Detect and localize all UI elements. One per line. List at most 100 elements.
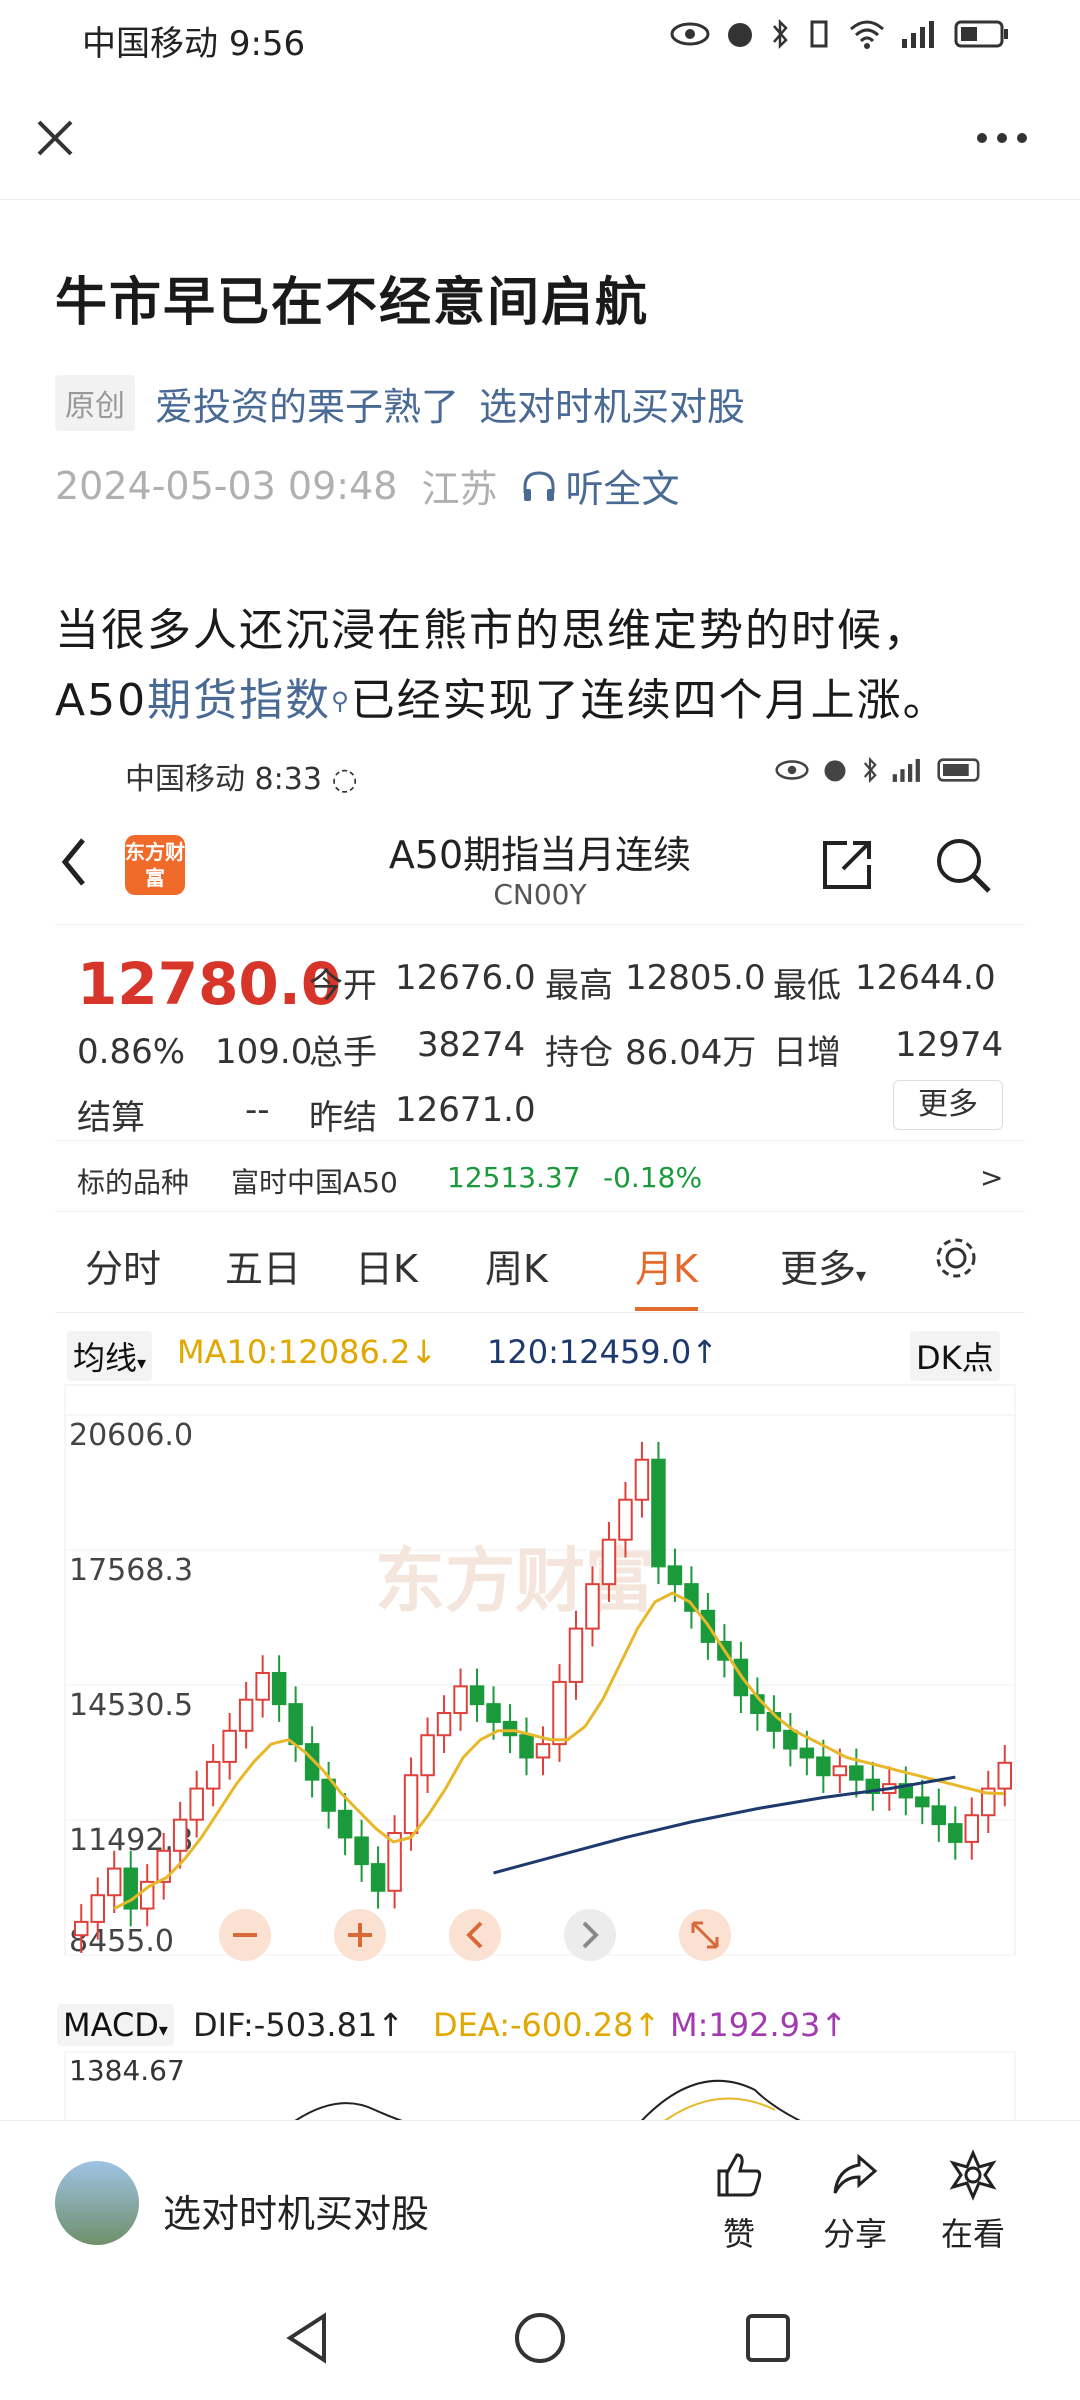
candle bbox=[552, 1680, 567, 1746]
prev-settle-value: 12671.0 bbox=[395, 1090, 536, 1130]
candle bbox=[849, 1765, 864, 1781]
status-icons bbox=[670, 18, 1010, 50]
zoom-out-button[interactable] bbox=[219, 1909, 271, 1961]
ma120-value: 120:12459.0↑ bbox=[487, 1333, 718, 1371]
tab-five-day[interactable]: 五日 bbox=[225, 1238, 301, 1293]
embedded-status: 中国移动 8:33 ◌ bbox=[125, 762, 358, 797]
candle bbox=[90, 1894, 105, 1923]
status-bar: 中国移动 9:56 bbox=[0, 0, 1080, 72]
candle bbox=[568, 1627, 584, 1683]
candle bbox=[453, 1685, 468, 1715]
open-interest-value: 86.04万 bbox=[625, 1033, 757, 1073]
futures-index-link[interactable]: 期货指数 bbox=[147, 675, 331, 726]
volume-value: 38274 bbox=[417, 1025, 526, 1065]
tab-weekly-k[interactable]: 周K bbox=[485, 1238, 548, 1293]
settle-value: -- bbox=[245, 1090, 270, 1130]
watch-button[interactable]: 在看 bbox=[918, 2149, 1028, 2255]
macd-selector[interactable]: MACD▾ bbox=[57, 2004, 174, 2046]
scroll-left-button[interactable] bbox=[449, 1909, 501, 1961]
settle-label: 结算 bbox=[77, 1098, 145, 1138]
article-meta: 原创 爱投资的栗子熟了 选对时机买对股 bbox=[55, 375, 745, 431]
tab-more[interactable]: 更多▾ bbox=[780, 1238, 866, 1293]
share-out-icon[interactable] bbox=[817, 835, 877, 895]
ma-legend: 均线▾ MA10:12086.2↓ 120:12459.0↑ DK点 bbox=[55, 1325, 1025, 1381]
low-value: 12644.0 bbox=[855, 958, 996, 998]
candle bbox=[997, 1761, 1013, 1790]
dif-line-2 bbox=[641, 2079, 801, 2120]
body-line-2: A50期货指数⚲已经实现了连续四个月上涨。 bbox=[55, 675, 949, 726]
article-body: 当很多人还沉浸在熊市的思维定势的时候， A50期货指数⚲已经实现了连续四个月上涨… bbox=[55, 596, 1035, 736]
column-link[interactable]: 选对时机买对股 bbox=[479, 376, 745, 431]
vibrate-icon bbox=[810, 20, 828, 48]
headphones-icon bbox=[523, 470, 555, 501]
candle bbox=[255, 1672, 270, 1701]
candle bbox=[238, 1698, 254, 1732]
home-circle-icon[interactable] bbox=[512, 2310, 568, 2366]
publish-location: 江苏 bbox=[421, 467, 498, 511]
ma-selector[interactable]: 均线▾ bbox=[67, 1331, 153, 1381]
last-price: 12780.0 bbox=[77, 950, 342, 1018]
back-triangle-icon[interactable] bbox=[282, 2310, 332, 2366]
candle bbox=[420, 1734, 435, 1777]
author-link[interactable]: 爱投资的栗子熟了 bbox=[155, 376, 459, 431]
dif-line bbox=[294, 2102, 403, 2120]
avatar[interactable] bbox=[55, 2161, 139, 2245]
share-arrow-icon bbox=[833, 2153, 878, 2194]
open-value: 12676.0 bbox=[395, 958, 536, 998]
star-icon bbox=[949, 2149, 997, 2201]
low-label: 最低 bbox=[773, 966, 841, 1006]
high-value: 12805.0 bbox=[625, 958, 766, 998]
more-dots-icon[interactable] bbox=[974, 130, 1030, 146]
gear-icon[interactable] bbox=[930, 1232, 982, 1284]
recents-square-icon[interactable] bbox=[742, 2310, 792, 2366]
candle bbox=[667, 1565, 683, 1586]
search-icon[interactable] bbox=[933, 835, 993, 895]
candle bbox=[535, 1743, 551, 1759]
embedded-screenshot: 中国移动 8:33 ◌ 东方财富 A50期指当月连续 CN00Y 12780.0… bbox=[55, 740, 1025, 2120]
candle bbox=[519, 1734, 534, 1759]
candle bbox=[436, 1712, 452, 1737]
underlying-change: -0.18% bbox=[603, 1161, 703, 1194]
candle bbox=[964, 1814, 980, 1843]
kline-chart[interactable]: 东方财富 20606.017568.314530.511492.88455.0 bbox=[55, 1375, 1025, 1995]
candle bbox=[106, 1867, 122, 1897]
open-interest-label: 持仓 bbox=[545, 1033, 613, 1073]
zoom-in-button[interactable] bbox=[334, 1909, 386, 1961]
high-label: 最高 bbox=[545, 966, 613, 1006]
eye-icon bbox=[670, 22, 710, 46]
tab-intraday[interactable]: 分时 bbox=[85, 1238, 161, 1293]
chart-frame bbox=[64, 1384, 1016, 1956]
more-quotes-button[interactable]: 更多 bbox=[893, 1080, 1003, 1130]
macd-top-value: 1384.67 bbox=[69, 2054, 185, 2087]
share-button[interactable]: 分享 bbox=[800, 2149, 910, 2255]
candle bbox=[337, 1809, 353, 1839]
scroll-right-button[interactable] bbox=[564, 1909, 616, 1961]
candle bbox=[915, 1796, 930, 1808]
candle bbox=[189, 1787, 204, 1821]
macd-chart[interactable]: 1384.67 bbox=[55, 2050, 1025, 2120]
change-value: 109.0 bbox=[215, 1032, 313, 1072]
alarm-icon bbox=[824, 760, 846, 782]
candle bbox=[354, 1836, 369, 1866]
fullscreen-button[interactable] bbox=[679, 1909, 731, 1961]
candle bbox=[618, 1498, 633, 1541]
candle bbox=[469, 1685, 485, 1706]
bottom-author-name[interactable]: 选对时机买对股 bbox=[163, 2183, 429, 2238]
close-icon[interactable] bbox=[33, 116, 77, 160]
bottom-action-bar: 选对时机买对股 赞 分享 在看 bbox=[0, 2120, 1080, 2280]
candle bbox=[585, 1583, 600, 1630]
listen-button[interactable]: 听全文 bbox=[521, 458, 679, 513]
candle bbox=[832, 1765, 848, 1777]
dk-points-button[interactable]: DK点 bbox=[910, 1331, 1000, 1381]
like-button[interactable]: 赞 bbox=[684, 2149, 794, 2255]
candle bbox=[222, 1729, 237, 1763]
macd-m: M:192.93↑ bbox=[670, 2006, 848, 2044]
tab-daily-k[interactable]: 日K bbox=[355, 1238, 418, 1293]
underlying-row[interactable]: 标的品种 富时中国A50 12513.37 -0.18% > bbox=[55, 1140, 1025, 1212]
candle bbox=[931, 1805, 947, 1826]
search-icon: ⚲ bbox=[331, 687, 351, 715]
battery-icon bbox=[954, 20, 1008, 48]
article-meta-date: 2024-05-03 09:48 江苏 听全文 bbox=[55, 458, 679, 513]
chevron-right-icon: > bbox=[980, 1161, 1004, 1194]
tab-monthly-k[interactable]: 月K bbox=[635, 1238, 698, 1311]
